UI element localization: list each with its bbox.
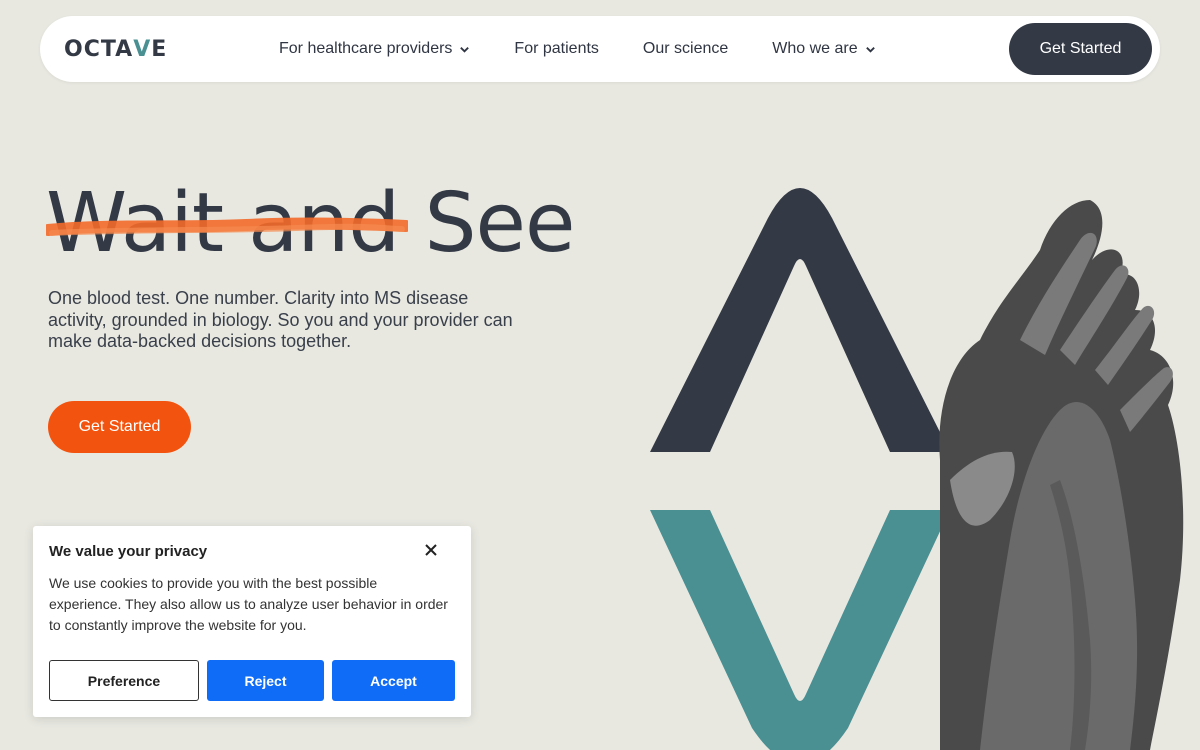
nav-link-our-science[interactable]: Our science <box>643 40 728 58</box>
nav-link-label: Our science <box>642 40 729 57</box>
strikethrough-brush-stroke <box>46 217 408 236</box>
hero-subtitle: One blood test. One number. Clarity into… <box>48 288 513 351</box>
cookie-accept-button[interactable]: Accept <box>332 660 455 701</box>
cookie-reject-button[interactable]: Reject <box>207 660 324 701</box>
hero-artwork <box>650 188 1184 750</box>
nav-link-who-we-are[interactable]: Who we are <box>772 40 875 58</box>
hero-title-struck: Wait and <box>46 176 408 271</box>
nav-get-started-button[interactable]: Get Started <box>1009 23 1152 75</box>
nav-links: For healthcare providers For patients Ou… <box>279 16 920 82</box>
logo-text-accent: V <box>133 36 152 62</box>
teal-chevron-shape <box>650 510 950 750</box>
nav-link-label: For patients <box>514 40 599 57</box>
nav-link-label: For healthcare providers <box>279 40 453 57</box>
hero-title-tail: See <box>424 176 575 271</box>
logo-text-tail: E <box>151 36 168 62</box>
octave-logo[interactable]: OCTA V E <box>64 36 168 62</box>
chevron-down-icon <box>865 46 875 53</box>
nav-link-patients[interactable]: For patients <box>514 40 598 58</box>
hero-get-started-button[interactable]: Get Started <box>48 401 191 453</box>
cookie-consent-banner: We value your privacy We use cookies to … <box>33 526 471 717</box>
clasped-hands-image <box>939 200 1184 750</box>
hero-title: Wait and See <box>46 176 575 276</box>
dark-chevron-shape <box>650 188 950 452</box>
nav-link-healthcare-providers[interactable]: For healthcare providers <box>279 40 470 58</box>
nav-link-label: Who we are <box>772 40 858 57</box>
logo-text-main: OCTA <box>64 36 134 62</box>
chevron-down-icon <box>460 46 470 53</box>
cookie-description: We use cookies to provide you with the b… <box>49 575 448 633</box>
close-icon[interactable] <box>422 541 440 559</box>
top-nav: OCTA V E For healthcare providers For pati… <box>40 16 1160 82</box>
cookie-title: We value your privacy <box>49 543 208 560</box>
cookie-preference-button[interactable]: Preference <box>49 660 199 701</box>
